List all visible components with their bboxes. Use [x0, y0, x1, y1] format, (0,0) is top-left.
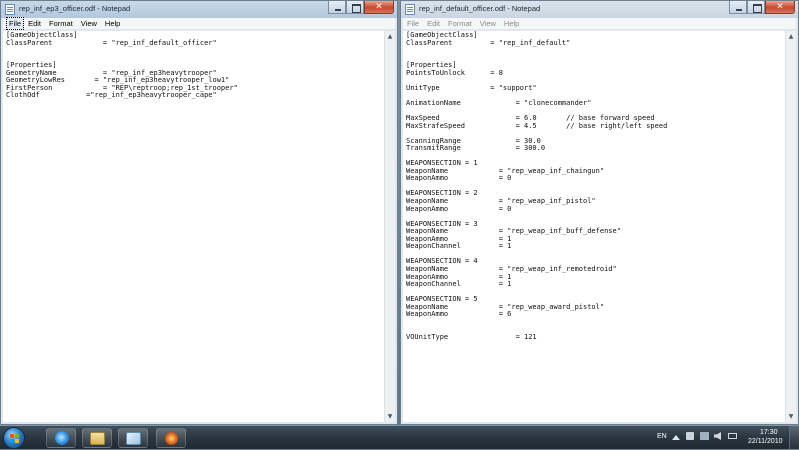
text-line[interactable]: MaxStrafeSpeed = 4.5 // base right/left …: [406, 122, 782, 131]
text-line[interactable]: ClothOdf ="rep_inf_ep3heavytrooper_cape": [6, 92, 381, 100]
text-line[interactable]: WeaponAmmo = 0: [406, 175, 782, 183]
text-line[interactable]: WeaponAmmo = 0: [406, 205, 782, 214]
text-line[interactable]: VOUnitType = 121: [406, 333, 782, 342]
close-button[interactable]: [364, 1, 394, 14]
caption-buttons: [729, 1, 795, 15]
text-editor[interactable]: [GameObjectClass] ClassParent = "rep_inf_…: [3, 31, 384, 422]
title-bar[interactable]: rep_inf_default_officer.odf - Notepad: [401, 1, 798, 18]
text-line[interactable]: WeaponChannel = 1: [406, 243, 782, 251]
menu-edit[interactable]: Edit: [423, 18, 444, 29]
start-button[interactable]: [3, 427, 25, 449]
maximize-button[interactable]: [346, 1, 364, 14]
text-line[interactable]: AnimationName = "clonecommander": [406, 99, 782, 108]
menu-file[interactable]: File: [403, 18, 423, 29]
menu-edit[interactable]: Edit: [24, 18, 45, 29]
notepad-window-right[interactable]: rep_inf_default_officer.odf - Notepad Fi…: [400, 0, 799, 425]
show-hidden-icons-icon[interactable]: [672, 435, 680, 440]
title-bar[interactable]: rep_inf_ep3_officer.odf - Notepad: [1, 1, 397, 18]
windows-logo-icon: [10, 434, 19, 443]
text-line[interactable]: [406, 47, 782, 55]
language-indicator[interactable]: EN: [657, 433, 667, 440]
notepad-app-icon[interactable]: [405, 4, 415, 15]
menu-file[interactable]: File: [6, 17, 25, 30]
menu-view[interactable]: View: [77, 18, 101, 29]
menu-format[interactable]: Format: [45, 18, 77, 29]
taskbar-file-explorer[interactable]: [82, 428, 112, 448]
file-explorer-icon: [90, 432, 105, 445]
scroll-up-arrow-icon[interactable]: ▲: [385, 31, 395, 42]
text-line[interactable]: [6, 55, 381, 63]
scroll-up-arrow-icon[interactable]: ▲: [786, 31, 796, 42]
window-title: rep_inf_ep3_officer.odf - Notepad: [19, 4, 131, 13]
menu-format[interactable]: Format: [444, 18, 476, 29]
window-title: rep_inf_default_officer.odf - Notepad: [419, 4, 541, 13]
network-icon[interactable]: [700, 432, 709, 440]
taskbar-internet-explorer[interactable]: [46, 428, 76, 448]
editor-content[interactable]: [GameObjectClass] ClassParent = "rep_inf_…: [3, 31, 384, 101]
internet-explorer-icon: [55, 431, 69, 445]
scroll-down-arrow-icon[interactable]: ▼: [385, 411, 395, 422]
caption-buttons: [328, 1, 394, 15]
menu-view[interactable]: View: [476, 18, 500, 29]
text-line[interactable]: [406, 55, 782, 63]
text-line[interactable]: PointsToUnlock = 8: [406, 69, 782, 78]
minimize-button[interactable]: [729, 1, 747, 14]
maximize-button[interactable]: [747, 1, 765, 14]
volume-icon[interactable]: [714, 432, 721, 440]
game-icon: [165, 432, 178, 445]
action-center-icon[interactable]: [686, 432, 694, 440]
text-line[interactable]: UnitType = "support": [406, 84, 782, 93]
taskbar-game[interactable]: [156, 428, 186, 448]
taskbar-notepad[interactable]: [118, 428, 148, 448]
clock-date[interactable]: 22/11/2010: [748, 438, 783, 445]
vertical-scrollbar[interactable]: ▲ ▼: [785, 31, 796, 422]
menu-bar: File Edit Format View Help: [403, 18, 796, 30]
close-button[interactable]: [765, 1, 795, 14]
text-line[interactable]: TransmitRange = 300.0: [406, 145, 782, 153]
menu-help[interactable]: Help: [500, 18, 523, 29]
text-line[interactable]: WeaponAmmo = 6: [406, 311, 782, 319]
menu-bar: File Edit Format View Help: [3, 17, 395, 30]
notepad-icon: [126, 432, 141, 445]
battery-icon[interactable]: [728, 433, 737, 439]
scroll-down-arrow-icon[interactable]: ▼: [786, 411, 796, 422]
text-line[interactable]: [406, 319, 782, 327]
text-line[interactable]: [6, 47, 381, 55]
text-editor[interactable]: [GameObjectClass] ClassParent = "rep_inf_…: [403, 31, 785, 422]
clock-time[interactable]: 17:30: [760, 429, 778, 436]
editor-content[interactable]: [GameObjectClass] ClassParent = "rep_inf_…: [403, 31, 785, 342]
notepad-app-icon[interactable]: [5, 4, 15, 15]
text-line[interactable]: WeaponChannel = 1: [406, 280, 782, 289]
show-desktop-button[interactable]: [789, 426, 799, 450]
text-line[interactable]: ClassParent = "rep_inf_default_officer": [6, 39, 381, 48]
taskbar: EN 17:30 22/11/2010: [0, 425, 799, 450]
text-line[interactable]: ClassParent = "rep_inf_default": [406, 39, 782, 48]
minimize-button[interactable]: [328, 1, 346, 14]
vertical-scrollbar[interactable]: ▲ ▼: [384, 31, 395, 422]
notepad-window-left[interactable]: rep_inf_ep3_officer.odf - Notepad File E…: [0, 0, 398, 425]
menu-help[interactable]: Help: [101, 18, 124, 29]
